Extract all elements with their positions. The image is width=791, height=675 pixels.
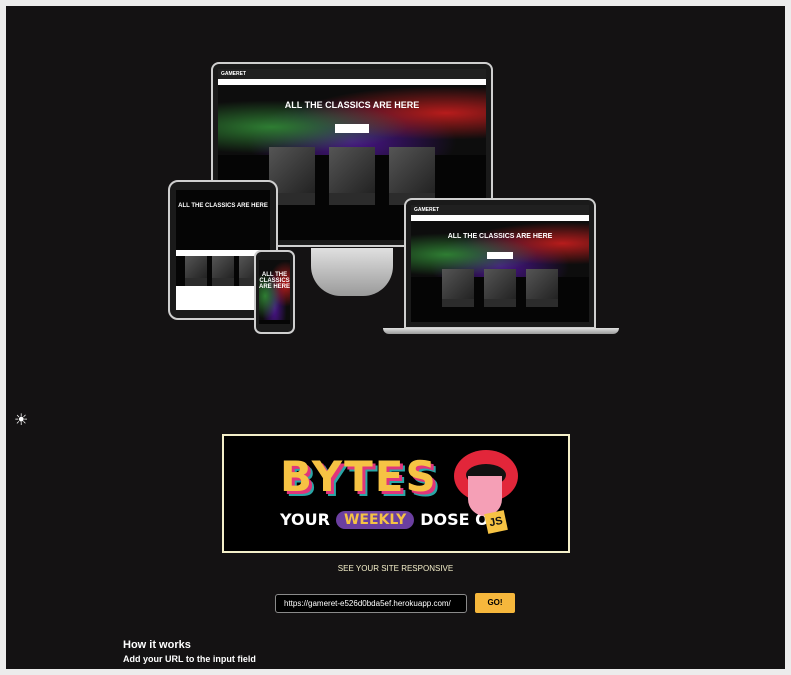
desktop-brand: GAMERET	[218, 69, 486, 79]
page: GAMERET ALL THE CLASSICS ARE HERE ALL TH…	[6, 6, 785, 669]
url-input[interactable]: https://gameret-e526d0bda5ef.herokuapp.c…	[275, 594, 467, 613]
tablet-hero-title: ALL THE CLASSICS ARE HERE	[178, 203, 268, 210]
page-subtitle: SEE YOUR SITE RESPONSIVE	[337, 564, 454, 573]
desktop-hero-title: ALL THE CLASSICS ARE HERE	[284, 100, 420, 111]
phone-device: ALL THE CLASSICS ARE HERE	[254, 250, 295, 334]
js-badge: JS	[484, 510, 508, 534]
banner-title: BYTES	[280, 452, 438, 501]
laptop-device: GAMERET ALL THE CLASSICS ARE HERE	[404, 198, 596, 329]
tongue-icon	[468, 476, 502, 516]
weekly-pill: WEEKLY	[335, 510, 415, 529]
laptop-brand: GAMERET	[411, 205, 589, 215]
go-button[interactable]: GO!	[475, 593, 515, 613]
bytes-banner[interactable]: BYTES JS YOUR WEEKLY DOSE OF	[222, 434, 570, 553]
laptop-hero-title: ALL THE CLASSICS ARE HERE	[447, 233, 553, 241]
how-it-works-text: Add your URL to the input field	[123, 654, 256, 664]
phone-hero-title: ALL THE CLASSICS ARE HERE	[259, 272, 290, 290]
responsive-mockup-image: GAMERET ALL THE CLASSICS ARE HERE ALL TH…	[161, 62, 626, 352]
sun-icon[interactable]: ☀	[14, 410, 28, 430]
how-it-works-heading: How it works	[123, 639, 191, 651]
desktop-stand	[311, 248, 393, 296]
laptop-base	[383, 328, 619, 334]
banner-tagline: YOUR WEEKLY DOSE OF	[280, 510, 500, 529]
